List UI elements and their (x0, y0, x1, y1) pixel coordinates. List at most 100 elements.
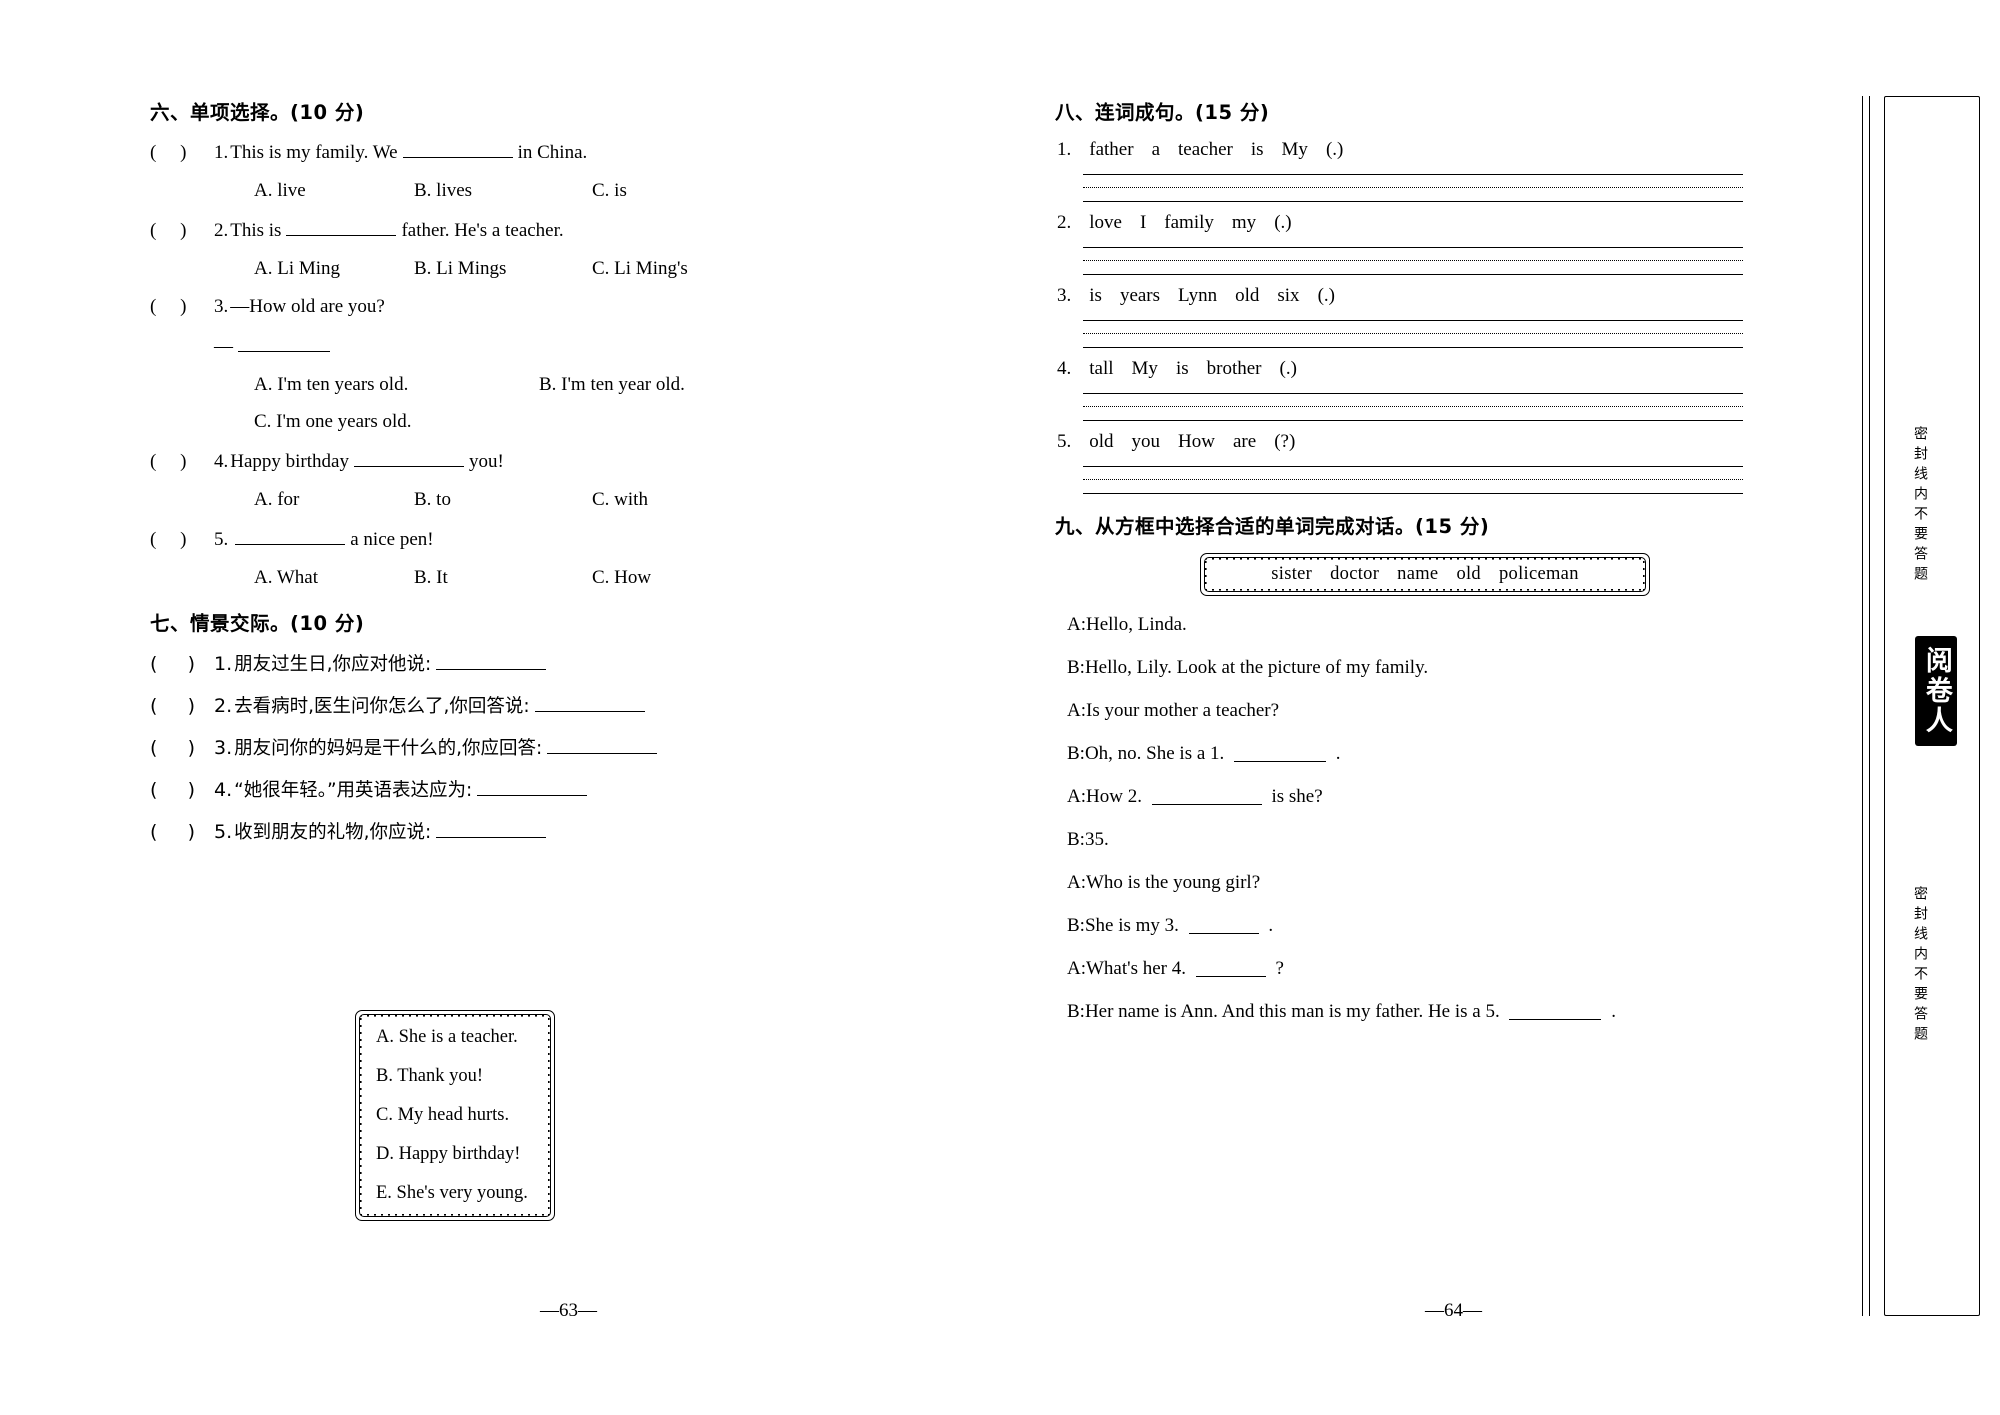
answer-parentheses[interactable]: ( ) (150, 695, 214, 717)
choice-option[interactable]: D. Happy birthday! (376, 1144, 536, 1165)
option-b[interactable]: B. to (414, 489, 592, 511)
answer-parentheses[interactable]: ( ) (150, 821, 214, 843)
dialogue-line: B:Her name is Ann. And this man is my fa… (1055, 1001, 1835, 1023)
choice-option[interactable]: A. She is a teacher. (376, 1027, 536, 1048)
word-token: is (1089, 285, 1102, 306)
answer-parentheses[interactable]: ( ) (150, 141, 214, 165)
section-nine-heading: 九、从方框中选择合适的单词完成对话。(15 分) (1055, 515, 1490, 538)
answer-parentheses[interactable]: ( ) (150, 450, 214, 474)
word-bank-item[interactable]: sister (1271, 564, 1312, 584)
fill-blank[interactable] (238, 333, 330, 353)
word-token: brother (1206, 358, 1262, 379)
option-a[interactable]: A. I'm ten years old. (254, 374, 539, 396)
question-stem-post: father. He's a teacher. (401, 219, 564, 241)
question-number: 3. (214, 736, 233, 759)
binding-strip: 密封线内不要答题 密封线内不要答题 阅卷人 (1862, 96, 1980, 1316)
options-row: A. Li Ming B. Li Mings C. Li Ming's (150, 258, 870, 280)
question-stem-post: in China. (517, 142, 588, 163)
situational-item: ( ) 1. 朋友过生日,你应对他说: (150, 650, 870, 676)
option-b[interactable]: B. I'm ten year old. (539, 374, 685, 396)
word-token: I (1139, 212, 1147, 233)
answer-parentheses[interactable]: ( ) (150, 779, 214, 801)
dialogue-tail: . (1268, 915, 1274, 936)
writing-ruled-line[interactable] (1083, 316, 1743, 350)
situational-text: 收到朋友的礼物,你应说: (234, 821, 432, 843)
option-b[interactable]: B. It (414, 567, 592, 589)
dialogue-text: A:Hello, Linda. (1067, 614, 1187, 635)
fill-blank[interactable] (402, 139, 513, 158)
writing-ruled-line[interactable] (1083, 389, 1743, 423)
fill-blank[interactable] (547, 735, 658, 754)
answer-parentheses[interactable]: ( ) (150, 528, 214, 552)
dialogue-dash: — (214, 336, 233, 358)
dialogue-text: B:Oh, no. She is a 1. (1067, 743, 1225, 764)
fill-blank[interactable] (436, 651, 547, 670)
right-column: 八、连词成句。(15 分) 1. father a teacher is My (.) 2.… (1055, 96, 1835, 1044)
grader-seal-label: 阅卷人 (1915, 636, 1957, 746)
choice-option[interactable]: B. Thank you! (376, 1066, 536, 1087)
question-number: 2. (214, 694, 233, 717)
question-number: 1. (1057, 139, 1072, 160)
question-stem-pre: This is my family. We (230, 142, 398, 163)
option-b[interactable]: B. lives (414, 180, 592, 202)
fill-blank[interactable] (436, 819, 547, 838)
word-token: My (1281, 139, 1308, 160)
dialogue-text: B:She is my 3. (1067, 915, 1179, 936)
dialogue-line: A:What's her 4. ? (1055, 958, 1835, 980)
writing-ruled-line[interactable] (1083, 462, 1743, 496)
scrambled-words: 3. is years Lynn old six (.) (1055, 285, 1835, 307)
dialogue-line: B:Oh, no. She is a 1. . (1055, 743, 1835, 765)
dialogue-tail: . (1611, 1001, 1616, 1022)
word-order-item: 4. tall My is brother (.) (1055, 358, 1835, 423)
option-a[interactable]: A. live (254, 180, 414, 202)
option-c[interactable]: C. Li Ming's (592, 258, 688, 280)
option-c[interactable]: C. How (592, 567, 651, 589)
fill-blank[interactable] (1195, 958, 1266, 977)
dialogue-line: B:She is my 3. . (1055, 915, 1835, 937)
option-c[interactable]: C. with (592, 489, 648, 511)
situational-item: ( ) 5. 收到朋友的礼物,你应说: (150, 818, 870, 844)
dialogue-text: A:Who is the young girl? (1067, 872, 1261, 893)
word-token: old (1235, 285, 1260, 306)
word-order-item: 5. old you How are (?) (1055, 431, 1835, 496)
option-c[interactable]: C. is (592, 180, 627, 202)
answer-parentheses[interactable]: ( ) (150, 653, 214, 675)
fill-blank[interactable] (286, 217, 397, 236)
question-row: ( ) 2. This is father. He's a teacher. (150, 217, 870, 243)
writing-ruled-line[interactable] (1083, 243, 1743, 277)
scrambled-words: 4. tall My is brother (.) (1055, 358, 1835, 380)
question-answer-line: — (150, 333, 870, 359)
question-row: ( ) 4. Happy birthday you! (150, 448, 870, 474)
option-a[interactable]: A. What (254, 567, 414, 589)
writing-ruled-line[interactable] (1083, 170, 1743, 204)
choice-option[interactable]: C. My head hurts. (376, 1105, 536, 1126)
fill-blank[interactable] (477, 777, 588, 796)
word-token: Lynn (1178, 285, 1218, 306)
fill-blank[interactable] (1151, 786, 1262, 805)
option-c[interactable]: C. I'm one years old. (254, 411, 412, 433)
question-row: ( ) 3. —How old are you? (150, 295, 870, 319)
option-a[interactable]: A. Li Ming (254, 258, 414, 280)
word-bank-item[interactable]: policeman (1499, 564, 1579, 584)
question-number: 4. (1057, 358, 1072, 379)
answer-parentheses[interactable]: ( ) (150, 737, 214, 759)
fill-blank[interactable] (1509, 1001, 1602, 1020)
choice-option[interactable]: E. She's very young. (376, 1183, 536, 1204)
options-row: A. for B. to C. with (150, 489, 870, 511)
fill-blank[interactable] (1234, 743, 1327, 762)
fill-blank[interactable] (534, 693, 645, 712)
option-b[interactable]: B. Li Mings (414, 258, 592, 280)
fill-blank[interactable] (1188, 915, 1259, 934)
fill-blank[interactable] (353, 448, 464, 467)
word-bank-item[interactable]: doctor (1330, 564, 1379, 584)
option-a[interactable]: A. for (254, 489, 414, 511)
dialogue-text: B:Her name is Ann. And this man is my fa… (1067, 1001, 1500, 1022)
fill-blank[interactable] (235, 526, 346, 545)
section-seven-heading: 七、情景交际。(10 分) (150, 611, 365, 635)
word-bank-item[interactable]: old (1456, 564, 1481, 584)
answer-parentheses[interactable]: ( ) (150, 219, 214, 243)
word-bank-item[interactable]: name (1397, 564, 1438, 584)
dialogue-line: A:Hello, Linda. (1055, 614, 1835, 636)
answer-parentheses[interactable]: ( ) (150, 295, 214, 319)
question-number: 2. (214, 219, 229, 241)
